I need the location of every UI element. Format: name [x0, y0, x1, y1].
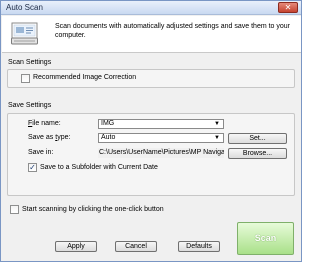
- defaults-button[interactable]: Defaults: [178, 241, 220, 252]
- file-name-label: File name:: [28, 120, 61, 127]
- auto-scan-dialog: Auto Scan ✕ Scan documents with automati…: [0, 0, 302, 262]
- cancel-button[interactable]: Cancel: [115, 241, 157, 252]
- apply-button[interactable]: Apply: [55, 241, 97, 252]
- one-click-label: Start scanning by clicking the one-click…: [22, 206, 164, 213]
- file-name-value: IMG: [101, 120, 115, 127]
- save-in-path: C:\Users\UserName\Pictures\MP Navigator: [98, 148, 224, 158]
- close-button[interactable]: ✕: [278, 2, 298, 13]
- description-header: Scan documents with automatically adjust…: [2, 16, 301, 52]
- close-icon: ✕: [284, 3, 292, 12]
- header-divider: [2, 52, 301, 53]
- scanner-document-icon: [11, 22, 38, 45]
- subfolder-checkbox[interactable]: ✓: [28, 163, 37, 172]
- save-as-type-select[interactable]: Auto ▼: [98, 133, 224, 143]
- recommended-correction-checkbox[interactable]: [21, 74, 30, 83]
- recommended-correction-label: Recommended Image Correction: [33, 74, 137, 81]
- scan-button[interactable]: Scan: [237, 222, 294, 255]
- save-settings-heading: Save Settings: [8, 102, 52, 109]
- save-as-type-label: Save as type:: [28, 134, 71, 141]
- set-button[interactable]: Set...: [228, 133, 287, 144]
- browse-button[interactable]: Browse...: [228, 148, 287, 159]
- scan-settings-group: Recommended Image Correction: [7, 69, 295, 88]
- save-in-label: Save in:: [28, 149, 54, 156]
- chevron-down-icon[interactable]: ▼: [214, 120, 220, 128]
- one-click-checkbox[interactable]: [10, 205, 19, 214]
- scan-settings-heading: Scan Settings: [8, 59, 52, 66]
- save-as-type-value: Auto: [101, 134, 116, 141]
- file-name-combobox[interactable]: IMG ▼: [98, 119, 224, 129]
- chevron-down-icon[interactable]: ▼: [214, 134, 220, 142]
- save-settings-group: File name: IMG ▼ Save as type: Auto ▼ Se…: [7, 113, 295, 196]
- dialog-description: Scan documents with automatically adjust…: [55, 23, 291, 39]
- subfolder-label: Save to a Subfolder with Current Date: [40, 164, 158, 171]
- title-bar: Auto Scan ✕: [1, 1, 301, 15]
- window-title: Auto Scan: [6, 3, 43, 12]
